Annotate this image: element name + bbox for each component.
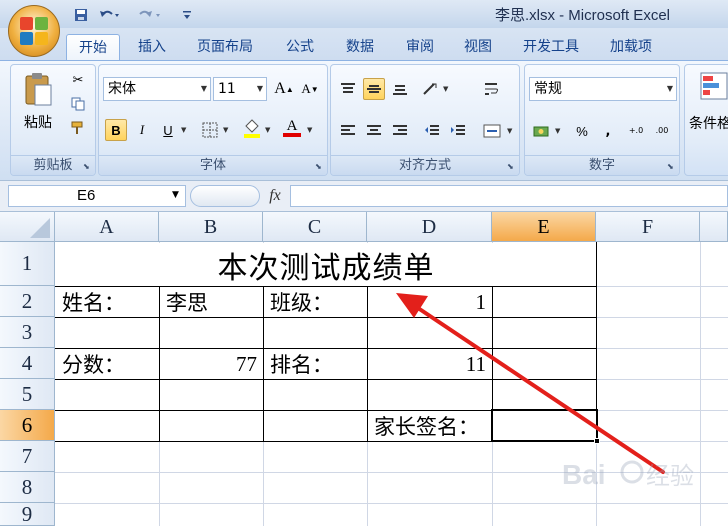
- office-button[interactable]: [8, 5, 60, 57]
- office-logo-icon: [20, 17, 48, 45]
- watermark-logo: Bai 经验: [560, 448, 700, 508]
- svg-text:经验: 经验: [646, 462, 694, 490]
- svg-text:Bai: Bai: [562, 459, 606, 490]
